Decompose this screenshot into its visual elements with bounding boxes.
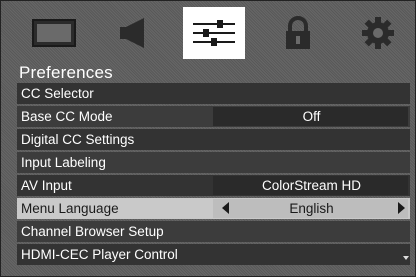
menu-row-label: Digital CC Settings	[21, 132, 135, 147]
tv-menu-frame: Preferences CC Selector Base CC Mode Off…	[0, 0, 416, 277]
menu-row-base-cc-mode[interactable]: Base CC Mode Off	[17, 106, 410, 127]
menu-row-hdmi-cec-player-control[interactable]: HDMI-CEC Player Control	[17, 244, 410, 265]
lock-icon	[286, 16, 310, 49]
preferences-menu: CC Selector Base CC Mode Off Digital CC …	[17, 83, 410, 265]
menu-row-label: CC Selector	[21, 86, 94, 101]
menu-row-value: English	[289, 201, 334, 216]
category-icon-bar	[9, 7, 409, 59]
menu-row-value: Off	[302, 109, 321, 124]
menu-row-label: Menu Language	[21, 201, 119, 216]
scroll-down-icon[interactable]	[403, 256, 409, 260]
menu-row-channel-browser-setup[interactable]: Channel Browser Setup	[17, 221, 410, 242]
lock-tab[interactable]	[267, 7, 329, 59]
menu-row-menu-language[interactable]: Menu Language English	[17, 198, 410, 219]
menu-row-label: Base CC Mode	[21, 109, 113, 124]
settings-icon	[362, 17, 394, 49]
right-arrow-icon[interactable]	[398, 202, 405, 214]
menu-row-label: AV Input	[21, 178, 72, 193]
menu-row-av-input[interactable]: AV Input ColorStream HD	[17, 175, 410, 196]
menu-row-cc-selector[interactable]: CC Selector	[17, 83, 410, 104]
menu-row-digital-cc-settings[interactable]: Digital CC Settings	[17, 129, 410, 150]
menu-row-input-labeling[interactable]: Input Labeling	[17, 152, 410, 173]
menu-row-label: Channel Browser Setup	[21, 224, 164, 239]
menu-row-label: Input Labeling	[21, 155, 106, 170]
preferences-icon	[193, 20, 235, 46]
menu-row-value: ColorStream HD	[261, 178, 362, 193]
audio-tab[interactable]	[103, 7, 165, 59]
picture-icon	[32, 19, 76, 47]
audio-icon	[120, 18, 144, 48]
settings-tab[interactable]	[347, 7, 409, 59]
page-title: Preferences	[19, 63, 113, 82]
picture-tab[interactable]	[23, 7, 85, 59]
preferences-tab[interactable]	[183, 7, 245, 59]
menu-row-label: HDMI-CEC Player Control	[21, 247, 178, 262]
